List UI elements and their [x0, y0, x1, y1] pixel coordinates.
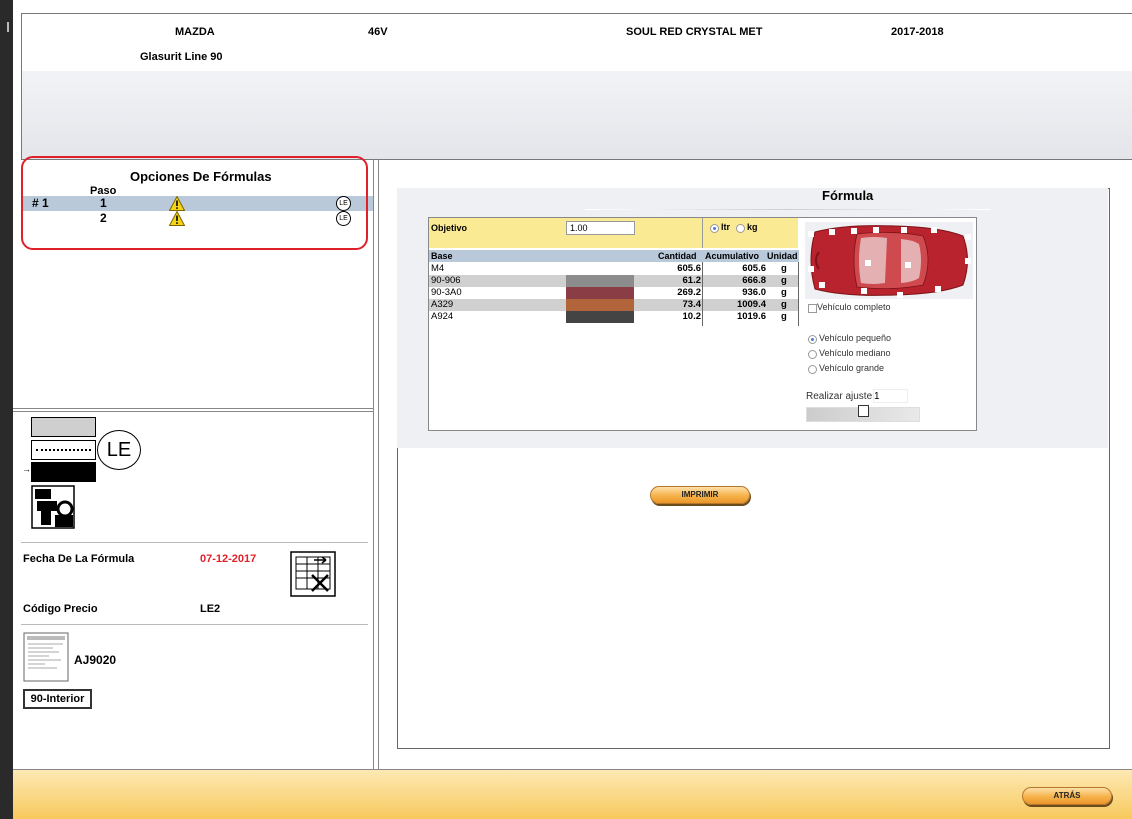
le-legend-icon: LE	[97, 430, 141, 470]
row-acumulativo: 666.8	[742, 275, 766, 286]
formula-row: A924 10.2 1019.6 g	[429, 311, 799, 323]
imprimir-button[interactable]: IMPRIMIR	[650, 486, 750, 504]
fecha-label: Fecha De La Fórmula	[23, 553, 135, 565]
table-col-divider	[702, 262, 703, 326]
fecha-value: 07-12-2017	[200, 553, 257, 565]
row-acumulativo: 605.6	[742, 263, 766, 274]
details-divider	[21, 542, 368, 543]
vehiculo-mediano-label: Vehículo mediano	[819, 348, 891, 358]
table-col-divider	[798, 262, 799, 326]
formula-row: 90-3A0 269.2 936.0 g	[429, 287, 799, 299]
vehiculo-pequeno-label: Vehículo pequeño	[819, 333, 892, 343]
formula-row: 90-906 61.2 666.8 g	[429, 275, 799, 287]
vehiculo-mediano-radio[interactable]	[808, 350, 817, 359]
left-divider	[373, 159, 374, 770]
col-acumulativo: Acumulativo	[705, 251, 760, 261]
vehiculo-grande-label: Vehículo grande	[819, 363, 885, 373]
ajuste-input[interactable]: 1	[873, 389, 908, 403]
header-color-name: SOUL RED CRYSTAL MET	[626, 26, 763, 38]
header-color-code: 46V	[368, 26, 388, 38]
layer-icon-solid	[31, 417, 96, 437]
interior-button[interactable]: 90-Interior	[23, 689, 92, 709]
vehiculo-completo-checkbox[interactable]	[808, 304, 817, 313]
formula-row: A329 73.4 1009.4 g	[429, 299, 799, 311]
row-acumulativo: 936.0	[742, 287, 766, 298]
ajuste-slider-handle[interactable]	[858, 405, 869, 417]
codigo-label: Código Precio	[23, 603, 98, 615]
ajuste-label: Realizar ajuste:	[806, 391, 875, 402]
kg-radio[interactable]	[736, 224, 745, 233]
vehiculo-grande-radio[interactable]	[808, 365, 817, 374]
row-acumulativo: 1009.4	[736, 299, 766, 310]
left-panel-divider	[13, 408, 374, 409]
row-unidad: g	[781, 299, 787, 310]
formula-row: M4 605.6 605.6 g	[429, 263, 799, 275]
left-divider-inner	[378, 159, 379, 770]
layer-icon-black	[31, 462, 96, 482]
header-years: 2017-2018	[891, 26, 944, 38]
vehiculo-pequeno-radio[interactable]	[808, 335, 817, 344]
ltr-radio[interactable]	[710, 224, 719, 233]
window-left-edge	[0, 0, 13, 819]
left-panel-divider-2	[13, 411, 374, 412]
layer-icon-dotted	[31, 440, 96, 460]
doc-code: AJ9020	[74, 653, 117, 667]
header-make: MAZDA	[175, 26, 215, 38]
formula-header: MAZDA 46V SOUL RED CRYSTAL MET 2017-2018…	[21, 13, 1132, 160]
col-base: Base	[431, 251, 453, 261]
col-cantidad: Cantidad	[658, 251, 697, 261]
header-line: Glasurit Line 90	[140, 51, 223, 63]
vehiculo-completo-label: Vehículo completo	[817, 302, 891, 312]
header-band	[22, 71, 1132, 159]
col-unidad: Unidad	[767, 251, 798, 261]
row-unidad: g	[781, 275, 787, 286]
kg-label: kg	[747, 222, 758, 232]
document-thumbnail-icon[interactable]	[23, 632, 69, 682]
atras-button[interactable]: ATRÁS	[1022, 787, 1112, 805]
formula-title-underline	[585, 209, 990, 210]
options-highlight	[21, 156, 368, 250]
ltr-label: ltr	[721, 222, 730, 232]
arrow-icon: →	[22, 464, 31, 474]
row-unidad: g	[781, 263, 787, 274]
row-acumulativo: 1019.6	[736, 311, 766, 322]
calendar-delete-icon[interactable]	[290, 551, 336, 597]
details-divider-2	[21, 624, 368, 625]
row-unidad: g	[781, 287, 787, 298]
car-icon[interactable]	[805, 222, 973, 299]
objetivo-input[interactable]: 1.00	[566, 221, 635, 235]
codigo-value: LE2	[200, 603, 221, 615]
ajuste-value: 1	[874, 391, 880, 402]
objetivo-label: Objetivo	[431, 223, 468, 233]
formula-title: Fórmula	[822, 188, 874, 203]
footer-bar	[13, 770, 1132, 819]
row-unidad: g	[781, 311, 787, 322]
spray-gun-icon	[31, 485, 75, 529]
